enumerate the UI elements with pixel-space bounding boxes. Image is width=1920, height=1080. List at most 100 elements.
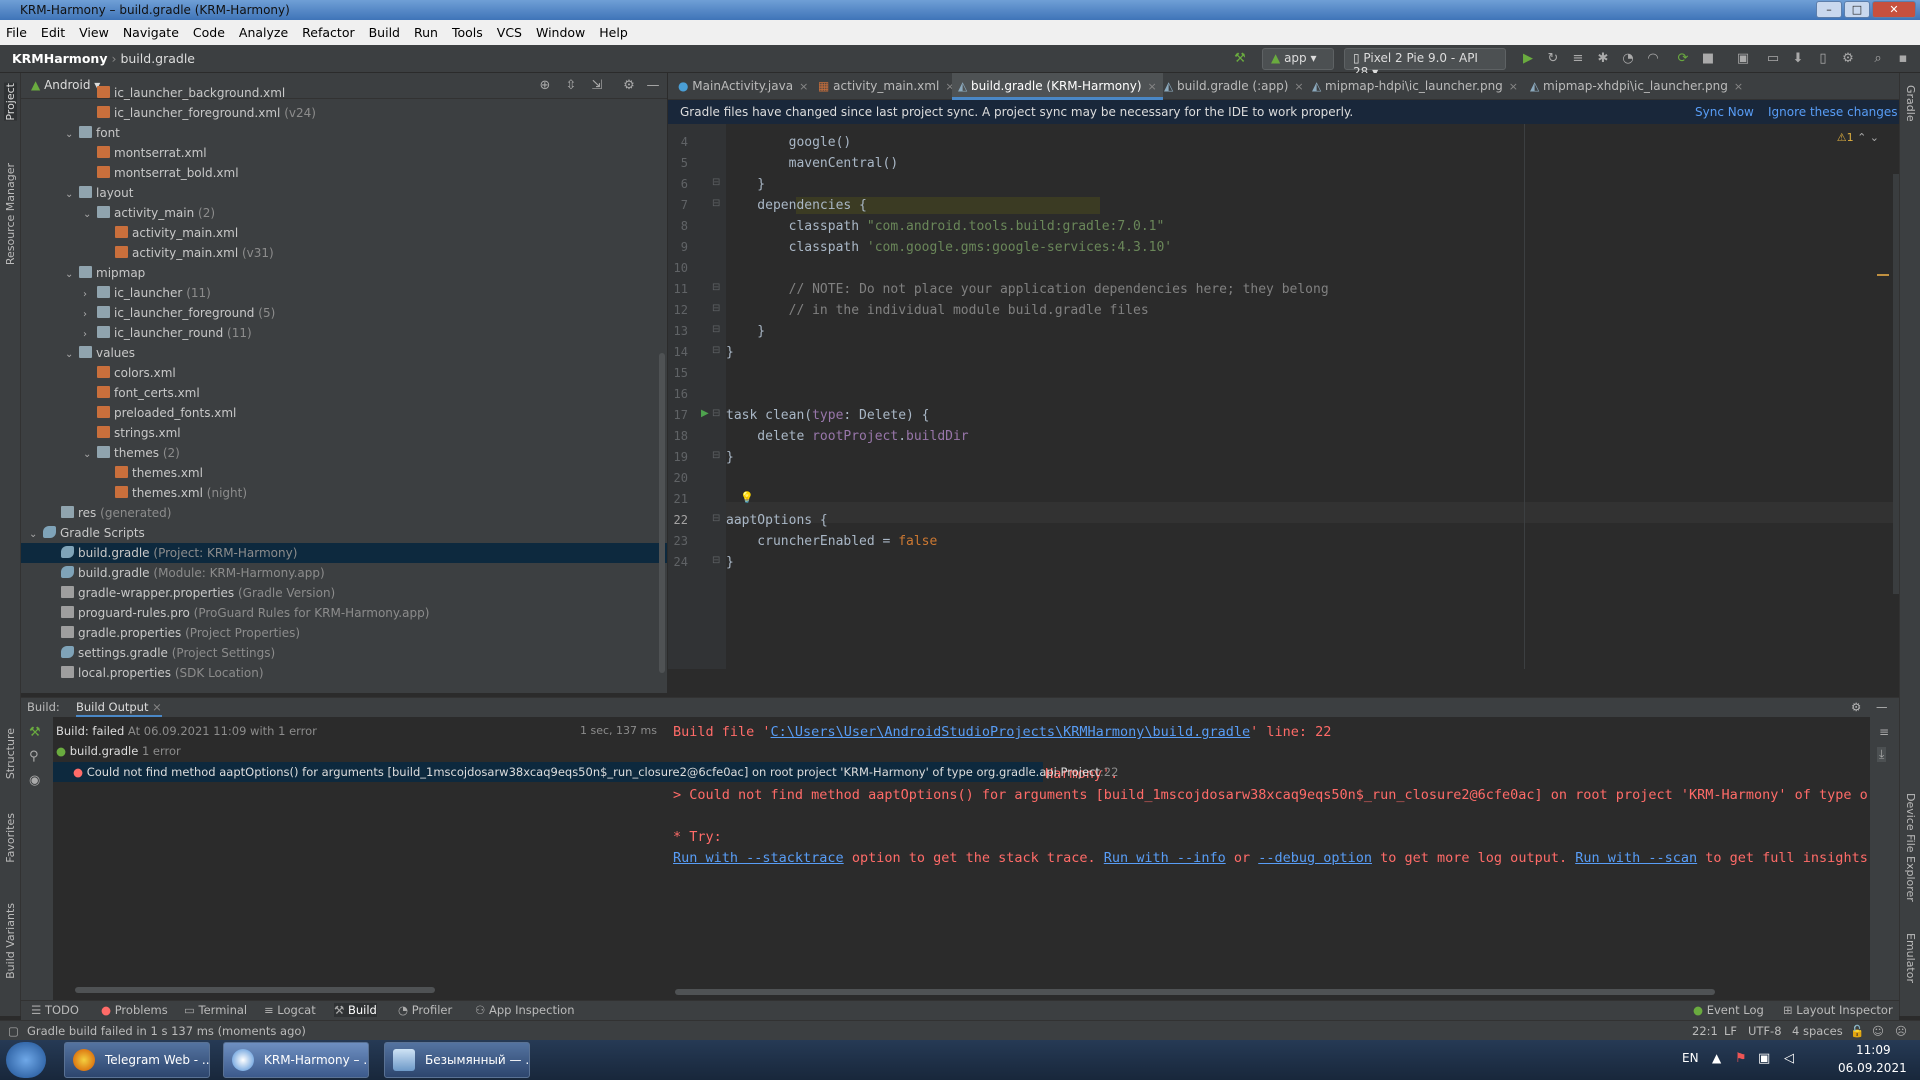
menu-vcs[interactable]: VCS (497, 25, 522, 40)
menu-view[interactable]: View (79, 25, 109, 40)
debug-icon[interactable]: ✱ (1595, 51, 1611, 67)
tree-item[interactable]: font_certs.xml (21, 383, 667, 403)
inspector-icon[interactable]: ☺ (1872, 1024, 1884, 1038)
tree-item[interactable]: preloaded_fonts.xml (21, 403, 667, 423)
side-tab-emulator[interactable]: Emulator (1904, 933, 1917, 983)
editor-tab[interactable]: ◭ build.gradle (KRM-Harmony) × (952, 73, 1163, 100)
taskbar-item-telegram[interactable]: Telegram Web - ... (64, 1042, 210, 1078)
notifications-icon[interactable]: ☹ (1895, 1024, 1907, 1038)
status-message[interactable]: Gradle build failed in 1 s 137 ms (momen… (27, 1024, 306, 1038)
tree-item[interactable]: proguard-rules.pro (ProGuard Rules for K… (21, 603, 667, 623)
network-icon[interactable]: ▣ (1758, 1051, 1770, 1066)
build-error-row[interactable]: ● Could not find method aaptOptions() fo… (53, 762, 1118, 782)
build-hide-icon[interactable]: — (1876, 700, 1888, 714)
close-tab-icon[interactable]: × (1294, 80, 1303, 93)
layout-icon[interactable]: ▭ (1765, 51, 1781, 67)
info-link[interactable]: Run with --info (1104, 850, 1226, 866)
device-manager-icon[interactable]: ⚙ (1840, 51, 1856, 67)
clock-date[interactable]: 06.09.2021 (1838, 1061, 1907, 1075)
breadcrumb-file[interactable]: build.gradle (120, 51, 195, 66)
start-button[interactable] (6, 1042, 46, 1078)
side-tab-build-variants[interactable]: Build Variants (4, 903, 17, 979)
chevron-down-icon[interactable]: ⌄ (65, 185, 79, 205)
line-number[interactable]: 12 (668, 300, 688, 321)
editor-tab[interactable]: ◭ mipmap-hdpi\ic_launcher.png × (1306, 73, 1524, 100)
line-number[interactable]: 13 (668, 321, 688, 342)
tree-item[interactable]: › ic_launcher_foreground (5) (21, 303, 667, 323)
tree-item[interactable]: gradle.properties (Project Properties) (21, 623, 667, 643)
tree-item[interactable]: settings.gradle (Project Settings) (21, 643, 667, 663)
tree-item[interactable]: › ic_launcher_round (11) (21, 323, 667, 343)
fold-icon[interactable]: ⊟ (712, 408, 720, 419)
caret-position[interactable]: 22:1 (1692, 1024, 1718, 1038)
tool-tab-event-log[interactable]: ● Event Log (1693, 1003, 1764, 1017)
tree-item[interactable]: ⌄ activity_main (2) (21, 203, 667, 223)
close-tab-icon[interactable]: × (1734, 80, 1743, 93)
intention-bulb-icon[interactable]: 💡 (740, 491, 754, 504)
menu-refactor[interactable]: Refactor (302, 25, 354, 40)
menu-code[interactable]: Code (193, 25, 225, 40)
warning-stripe[interactable] (1877, 274, 1889, 276)
close-button[interactable]: ✕ (1872, 1, 1916, 18)
fold-icon[interactable]: ⊟ (712, 324, 720, 335)
sync-gradle-icon[interactable]: ⟳ (1675, 51, 1691, 67)
code-editor[interactable]: ⚠1 ⌃ ⌄ google() mavenCentral() } depende… (726, 124, 1899, 669)
flag-icon[interactable]: ⚑ (1735, 1051, 1747, 1066)
tree-item[interactable]: › ic_launcher (11) (21, 283, 667, 303)
project-structure-icon[interactable]: ▣ (1735, 51, 1751, 67)
fold-icon[interactable]: ⊟ (712, 198, 720, 209)
tree-item[interactable]: ic_launcher_background.xml (21, 83, 667, 103)
line-number[interactable]: 10 (668, 258, 688, 279)
tool-tab-build[interactable]: ⚒ Build (334, 1003, 377, 1017)
menu-edit[interactable]: Edit (41, 25, 65, 40)
menu-navigate[interactable]: Navigate (123, 25, 179, 40)
editor-tab[interactable]: ▦ activity_main.xml × (812, 73, 961, 100)
fold-icon[interactable]: ⊟ (712, 282, 720, 293)
chevron-right-icon[interactable]: › (83, 285, 97, 305)
line-number[interactable]: 20 (668, 468, 688, 489)
line-number[interactable]: 5 (668, 153, 688, 174)
taskbar-item-android-studio[interactable]: KRM-Harmony – ... (223, 1042, 369, 1078)
line-number[interactable]: 18 (668, 426, 688, 447)
build-file-link[interactable]: C:\Users\User\AndroidStudioProjects\KRMH… (771, 724, 1251, 740)
stop-icon[interactable]: ■ (1700, 51, 1716, 67)
search-icon[interactable]: ⌕ (1870, 51, 1886, 67)
tree-item[interactable]: ⌄ themes (2) (21, 443, 667, 463)
line-separator[interactable]: LF (1724, 1024, 1737, 1038)
menu-help[interactable]: Help (599, 25, 628, 40)
chevron-right-icon[interactable]: › (83, 325, 97, 345)
build-settings-icon[interactable]: ⚙ (1851, 700, 1861, 714)
tree-item[interactable]: themes.xml (21, 463, 667, 483)
close-tab-icon[interactable]: × (1148, 80, 1157, 93)
tree-item[interactable]: activity_main.xml (v31) (21, 243, 667, 263)
build-status-row[interactable]: Build: failed At 06.09.2021 11:09 with 1… (56, 724, 317, 738)
menu-tools[interactable]: Tools (452, 25, 483, 40)
maximize-button[interactable]: □ (1844, 1, 1870, 18)
fold-icon[interactable]: ⊟ (712, 345, 720, 356)
line-number[interactable]: 8 (668, 216, 688, 237)
tree-item[interactable]: build.gradle (Module: KRM-Harmony.app) (21, 563, 667, 583)
volume-icon[interactable]: ◁ (1784, 1051, 1794, 1066)
line-number[interactable]: 23 (668, 531, 688, 552)
menu-analyze[interactable]: Analyze (239, 25, 288, 40)
chevron-down-icon[interactable]: ⌄ (83, 205, 97, 225)
line-number[interactable]: 11 (668, 279, 688, 300)
taskbar-item-paint[interactable]: Безымянный — ... (384, 1042, 530, 1078)
line-number[interactable]: 24 (668, 552, 688, 573)
tree-item[interactable]: ⌄ values (21, 343, 667, 363)
chevron-down-icon[interactable]: ⌄ (65, 125, 79, 145)
side-tab-favorites[interactable]: Favorites (4, 813, 17, 863)
lock-icon[interactable]: 🔓 (1850, 1024, 1864, 1038)
side-tab-project[interactable]: Project (4, 83, 17, 121)
run-icon[interactable]: ▶ (1520, 51, 1536, 67)
sync-now-link[interactable]: Sync Now (1695, 100, 1754, 124)
fold-icon[interactable]: ⊟ (712, 513, 720, 524)
menu-build[interactable]: Build (369, 25, 400, 40)
eye-icon[interactable]: ◉ (29, 773, 40, 788)
pin-icon[interactable]: ⚲ (29, 749, 39, 764)
tree-item[interactable]: ⌄ mipmap (21, 263, 667, 283)
tree-item[interactable]: ⌄ Gradle Scripts (21, 523, 667, 543)
tool-tab-layout-inspector[interactable]: ⊞ Layout Inspector (1783, 1003, 1893, 1017)
line-number[interactable]: 14 (668, 342, 688, 363)
soft-wrap-icon[interactable]: ≡ (1879, 725, 1889, 739)
